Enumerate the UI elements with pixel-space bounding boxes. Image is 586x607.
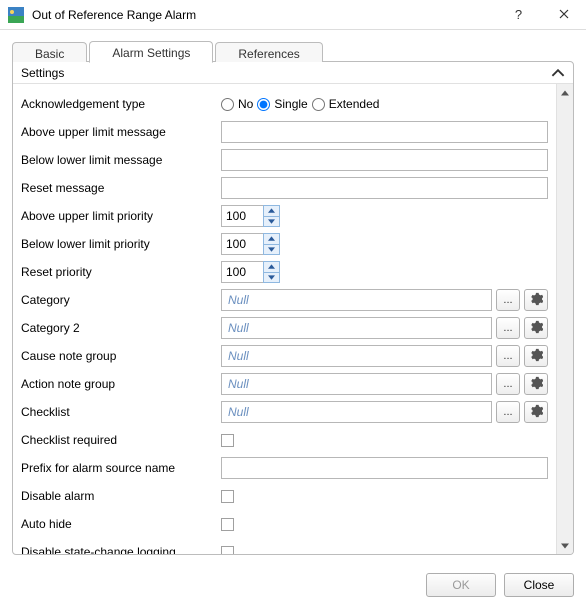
action-settings-button[interactable] — [524, 373, 548, 395]
above-msg-input[interactable] — [221, 121, 548, 143]
checklist-browse-button[interactable]: ... — [496, 401, 520, 423]
label-below-msg: Below lower limit message — [21, 153, 221, 167]
ok-button[interactable]: OK — [426, 573, 496, 597]
ack-radio-single-input[interactable] — [257, 98, 270, 111]
gear-icon — [529, 376, 543, 393]
label-above-pri: Above upper limit priority — [21, 209, 221, 223]
label-reset-pri: Reset priority — [21, 265, 221, 279]
scroll-up-button[interactable] — [557, 84, 573, 101]
category2-settings-button[interactable] — [524, 317, 548, 339]
reset-pri-spinner — [221, 261, 280, 283]
label-disable-log: Disable state-change logging — [21, 545, 221, 554]
below-pri-spinner — [221, 233, 280, 255]
tab-basic[interactable]: Basic — [12, 42, 87, 62]
title-bar: Out of Reference Range Alarm ? — [0, 0, 586, 30]
prefix-input[interactable] — [221, 457, 548, 479]
label-category: Category — [21, 293, 221, 307]
settings-fields: Acknowledgement type No Single Extended … — [13, 84, 556, 554]
checklist-req-checkbox[interactable] — [221, 434, 234, 447]
above-pri-spinner — [221, 205, 280, 227]
gear-icon — [529, 404, 543, 421]
category-settings-button[interactable] — [524, 289, 548, 311]
ack-radio-no[interactable]: No — [221, 97, 253, 111]
cause-input[interactable] — [221, 345, 492, 367]
checklist-input[interactable] — [221, 401, 492, 423]
settings-section-header[interactable]: Settings — [13, 62, 573, 84]
action-input[interactable] — [221, 373, 492, 395]
disable-log-checkbox[interactable] — [221, 546, 234, 555]
label-ack-type: Acknowledgement type — [21, 97, 221, 111]
category-input[interactable] — [221, 289, 492, 311]
auto-hide-checkbox[interactable] — [221, 518, 234, 531]
dialog-footer: OK Close — [0, 563, 586, 607]
scroll-track[interactable] — [557, 101, 573, 537]
gear-icon — [529, 292, 543, 309]
label-cause: Cause note group — [21, 349, 221, 363]
ack-type-radios: No Single Extended — [221, 97, 548, 111]
ack-radio-extended-input[interactable] — [312, 98, 325, 111]
help-button[interactable]: ? — [496, 0, 541, 30]
label-below-pri: Below lower limit priority — [21, 237, 221, 251]
collapse-icon — [551, 66, 565, 80]
label-above-msg: Above upper limit message — [21, 125, 221, 139]
close-icon — [559, 8, 569, 22]
window-title: Out of Reference Range Alarm — [32, 8, 496, 22]
close-button[interactable]: Close — [504, 573, 574, 597]
dialog-body: Basic Alarm Settings References Settings… — [0, 30, 586, 563]
label-action: Action note group — [21, 377, 221, 391]
tab-references[interactable]: References — [215, 42, 322, 62]
label-auto-hide: Auto hide — [21, 517, 221, 531]
scroll-down-button[interactable] — [557, 537, 573, 554]
checklist-settings-button[interactable] — [524, 401, 548, 423]
ack-no-label: No — [238, 97, 253, 111]
reset-pri-input[interactable] — [221, 261, 263, 283]
category2-browse-button[interactable]: ... — [496, 317, 520, 339]
tab-panel: Settings Acknowledgement type No Single … — [12, 61, 574, 555]
below-pri-down[interactable] — [264, 245, 279, 255]
gear-icon — [529, 348, 543, 365]
label-prefix: Prefix for alarm source name — [21, 461, 221, 475]
below-msg-input[interactable] — [221, 149, 548, 171]
ack-radio-no-input[interactable] — [221, 98, 234, 111]
label-checklist-req: Checklist required — [21, 433, 221, 447]
above-pri-down[interactable] — [264, 217, 279, 227]
label-disable-alarm: Disable alarm — [21, 489, 221, 503]
below-pri-input[interactable] — [221, 233, 263, 255]
disable-alarm-checkbox[interactable] — [221, 490, 234, 503]
vertical-scrollbar[interactable] — [556, 84, 573, 554]
label-reset-msg: Reset message — [21, 181, 221, 195]
tab-strip: Basic Alarm Settings References — [12, 40, 574, 62]
app-icon — [8, 7, 24, 23]
reset-pri-up[interactable] — [264, 262, 279, 273]
above-pri-up[interactable] — [264, 206, 279, 217]
reset-msg-input[interactable] — [221, 177, 548, 199]
action-browse-button[interactable]: ... — [496, 373, 520, 395]
ack-extended-label: Extended — [329, 97, 380, 111]
below-pri-up[interactable] — [264, 234, 279, 245]
settings-section-label: Settings — [21, 66, 551, 80]
label-checklist: Checklist — [21, 405, 221, 419]
reset-pri-down[interactable] — [264, 273, 279, 283]
ack-radio-extended[interactable]: Extended — [312, 97, 380, 111]
window-close-button[interactable] — [541, 0, 586, 30]
cause-settings-button[interactable] — [524, 345, 548, 367]
above-pri-input[interactable] — [221, 205, 263, 227]
label-category2: Category 2 — [21, 321, 221, 335]
gear-icon — [529, 320, 543, 337]
help-icon: ? — [515, 7, 522, 22]
ack-single-label: Single — [274, 97, 307, 111]
ack-radio-single[interactable]: Single — [257, 97, 307, 111]
category-browse-button[interactable]: ... — [496, 289, 520, 311]
tab-alarm-settings[interactable]: Alarm Settings — [89, 41, 213, 63]
cause-browse-button[interactable]: ... — [496, 345, 520, 367]
category2-input[interactable] — [221, 317, 492, 339]
